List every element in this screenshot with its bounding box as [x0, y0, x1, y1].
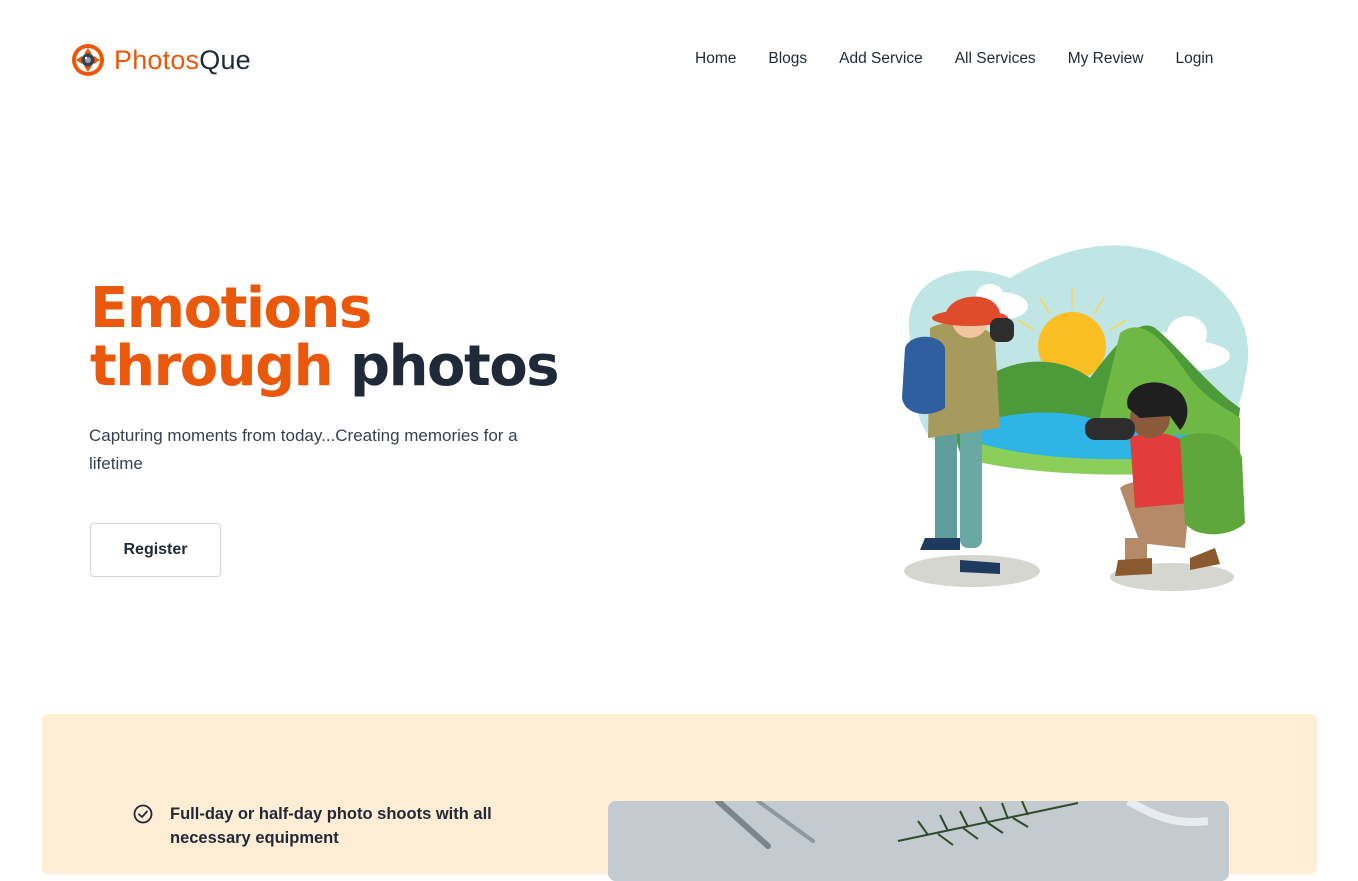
main-nav: Home Blogs Add Service All Services My R… [695, 50, 1213, 68]
nav-all-services[interactable]: All Services [955, 50, 1036, 68]
brand-name-part2: Que [199, 44, 251, 75]
nav-my-review[interactable]: My Review [1068, 50, 1144, 68]
nav-add-service[interactable]: Add Service [839, 50, 923, 68]
check-circle-icon [133, 804, 153, 824]
nav-blogs[interactable]: Blogs [768, 50, 807, 68]
hero-subtitle: Capturing moments from today...Creating … [89, 426, 518, 473]
feature-text: Full-day or half-day photo shoots with a… [170, 805, 492, 847]
site-header: PhotosQue Home Blogs Add Service All Ser… [0, 0, 1358, 120]
hero-title-dark: photos [350, 334, 560, 399]
hero-title-accent: through [90, 334, 334, 399]
register-button[interactable]: Register [90, 523, 221, 577]
brand-name: PhotosQue [114, 45, 251, 76]
photographers-illustration [902, 245, 1249, 591]
camera-lens-icon [72, 44, 104, 76]
feature-item: Full-day or half-day photo shoots with a… [132, 802, 552, 850]
nav-login[interactable]: Login [1175, 50, 1213, 68]
table-setting-photo [608, 801, 1229, 881]
nav-home[interactable]: Home [695, 50, 736, 68]
photo-content [608, 801, 1229, 881]
brand-name-part1: Photos [114, 44, 200, 75]
hero-title-line1: Emotions [90, 276, 372, 341]
logo[interactable]: PhotosQue [70, 42, 251, 78]
hero-title: Emotions through photos [90, 280, 560, 399]
